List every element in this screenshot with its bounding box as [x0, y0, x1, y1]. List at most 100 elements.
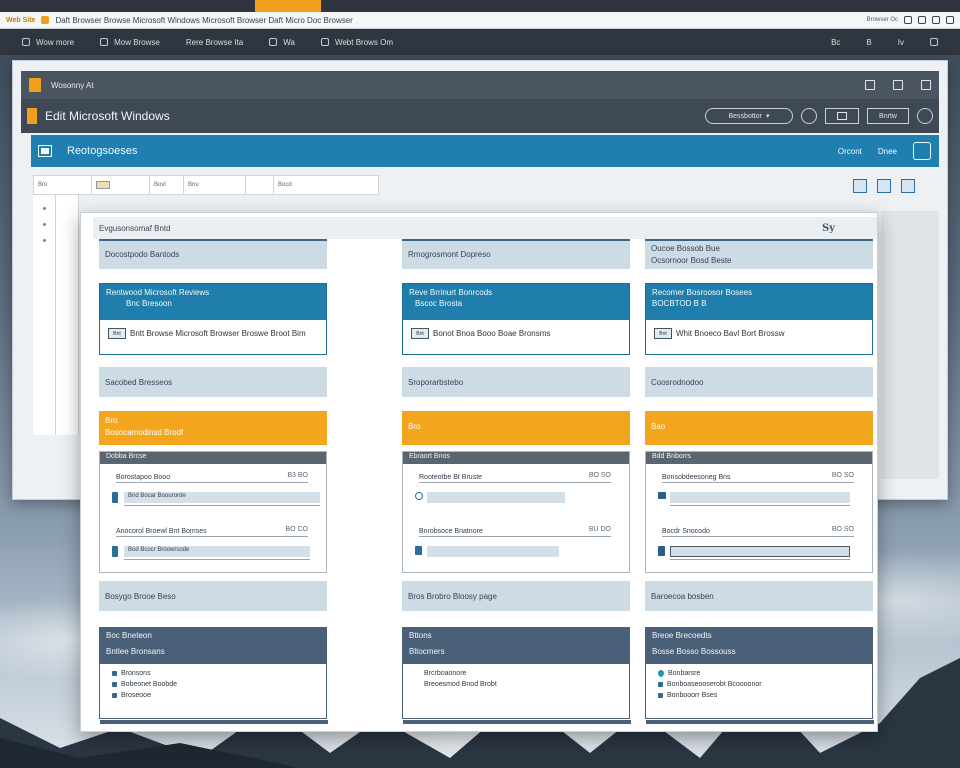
info-card[interactable]: Recomer Bosroosor Bosees BOCBTOD B B Bnt W…: [645, 283, 873, 355]
list-card: Ebraort Bnos Rooteotbe Bt Bruste BO SO Bn…: [402, 451, 630, 573]
layout-button[interactable]: [825, 108, 859, 124]
highlight-bar[interactable]: Bro: [402, 411, 630, 445]
app-menubar: Wow more Mow Browse Rere Browse Ita Wa W…: [0, 29, 960, 55]
search-icon: [269, 38, 278, 46]
menu-item-1[interactable]: Mow Browse: [100, 38, 160, 47]
ribbon-bar: Reotogsoeses Orcont Dnee: [31, 135, 939, 167]
highlight-bar[interactable]: Bao: [645, 411, 873, 445]
appbar-right-1[interactable]: B: [866, 38, 871, 47]
page-icon[interactable]: [901, 179, 915, 193]
active-browser-tab[interactable]: [255, 0, 321, 12]
subtool-cell-3[interactable]: Bnu: [184, 176, 246, 194]
section-header: Bros Brobro Bloosy page: [402, 581, 630, 611]
browser-address-bar[interactable]: Web Site Daft Browser Browse Microsoft W…: [0, 12, 960, 29]
ribbon-link-0[interactable]: Orcont: [838, 147, 862, 156]
info-card[interactable]: Rentwood Microsoft Reviews Bnc Bresoon Bn…: [99, 283, 327, 355]
section-header: Bosygo Brooe Beso: [99, 581, 327, 611]
slate-card[interactable]: Boc Bneteon Bntlee Bronsans Bronsons Bobe…: [99, 627, 328, 724]
back-window-title: Wosonny At: [51, 80, 94, 90]
menu-icon: [22, 38, 30, 46]
text-tool-button[interactable]: Bnrtw: [867, 108, 909, 124]
extensions-icon[interactable]: [932, 16, 940, 24]
sub-toolbar: Bro Bovl Bnu Bocd: [33, 175, 379, 195]
slate-card[interactable]: Breoe Brecoedts Bosse Bosso Bossouss Bonb…: [645, 627, 874, 724]
view-combo[interactable]: Bessbottor ▾: [705, 108, 793, 124]
list-card: Dobba Brcse Borostapoo Booo B3 BO Bnd Boc…: [99, 451, 327, 573]
document-icon: [658, 546, 665, 556]
minimize-icon[interactable]: [865, 80, 875, 90]
gutter-marker: [43, 223, 46, 226]
section-header: Sroporarbstebo: [402, 367, 630, 397]
menu-item-3[interactable]: Wa: [269, 38, 295, 47]
menu-item-4[interactable]: Webt Brows Om: [320, 38, 393, 47]
image-icon[interactable]: [853, 179, 867, 193]
back-window-titlebar: Wosonny At: [21, 71, 939, 99]
layout-icon: [837, 112, 847, 120]
list-card-header: Dobba Brcse: [100, 452, 326, 464]
progress-bar: [427, 492, 565, 503]
info-icon[interactable]: [904, 16, 912, 24]
list-item[interactable]: Bnrobsoce Bnatnore BU DO: [403, 518, 629, 572]
bullet-icon: [112, 682, 117, 687]
maximize-icon[interactable]: [893, 80, 903, 90]
gallery-icon[interactable]: [877, 179, 891, 193]
section-header: Sacobed Bresseos: [99, 367, 327, 397]
section-header: Coosrodnodoo: [645, 367, 873, 397]
card-chip: Bnt: [108, 328, 126, 339]
front-window-title: Evgusonsomaf Bntd: [99, 223, 171, 233]
close-icon[interactable]: [921, 80, 931, 90]
left-gutter: [33, 195, 79, 435]
back-window-toolbar: Edit Microsoft Windows Bessbottor ▾ Bnrtw: [21, 99, 939, 133]
app-icon: [29, 78, 41, 92]
list-item[interactable]: Anocorol Broewl Bnt Bomses BO CO Bod Bcoc…: [100, 518, 326, 572]
gutter-marker: [43, 207, 46, 210]
front-window-header: Evgusonsomaf Bntd Sy: [93, 217, 877, 239]
close-icon[interactable]: [946, 16, 954, 24]
list-card: Bdd Bnborrs Bonsobdeesoneg Bns BO SO Bocd…: [645, 451, 873, 573]
list-item[interactable]: Bocdr Snocodo BO SO: [646, 518, 872, 572]
bookmark-icon[interactable]: [918, 16, 926, 24]
info-card[interactable]: Reve Brrinurt Bonrcods Bscoc Brosta Bnt Bo…: [402, 283, 630, 355]
bullet-icon: [415, 671, 420, 676]
section-header: Oucoe Bossob Bue Ocsornoor Bosd Beste: [645, 239, 873, 269]
browser-right-text: Browser Oc: [866, 17, 898, 23]
ribbon-link-1[interactable]: Dnee: [878, 147, 897, 156]
gutter-marker: [43, 239, 46, 242]
bullet-icon: [658, 693, 663, 698]
menu-item-0[interactable]: Wow more: [22, 38, 74, 47]
view-icons: [853, 179, 915, 193]
progress-bar: Bod Bcocr Broowrsode: [124, 546, 310, 557]
document-icon: [112, 546, 118, 557]
menu-item-2[interactable]: Rere Browse Ita: [186, 38, 243, 47]
share-icon[interactable]: [913, 142, 931, 160]
document-icon: [415, 546, 422, 555]
highlight-bar[interactable]: Bro Bosocamodinsd Brodf: [99, 411, 327, 445]
slate-card[interactable]: Bttons Bltocmers Brcrboaonore Breoesmod B…: [402, 627, 631, 724]
subtool-cell-2[interactable]: Bovl: [150, 176, 184, 194]
settings-icon[interactable]: [930, 38, 938, 46]
list-item[interactable]: Bonsobdeesoneg Bns BO SO: [646, 464, 872, 518]
appbar-right-2[interactable]: Iv: [898, 38, 904, 47]
brush-icon: [100, 38, 109, 46]
progress-bar: [427, 546, 559, 557]
bullet-icon: [112, 671, 117, 676]
logo: Sy: [821, 222, 835, 234]
progress-bar: [670, 546, 850, 557]
sync-icon[interactable]: [801, 108, 817, 124]
section-header: Baroecoa bosben: [645, 581, 873, 611]
list-item[interactable]: Rooteotbe Bt Bruste BO SO: [403, 464, 629, 518]
folder-icon: [658, 492, 666, 499]
swatch-icon: [96, 181, 110, 189]
list-item[interactable]: Borostapoo Booo B3 BO Bnd Bocar Boourorde: [100, 464, 326, 518]
user-icon[interactable]: [917, 108, 933, 124]
url-text[interactable]: Daft Browser Browse Microsoft Windows Mi…: [55, 16, 352, 25]
section-header: Rmogrosmont Dopreso: [402, 239, 630, 269]
subtool-cell-5[interactable]: Bocd: [274, 176, 354, 194]
bullet-icon: [112, 693, 117, 698]
subtool-cell-4[interactable]: [246, 176, 274, 194]
subtool-cell-1[interactable]: [92, 176, 150, 194]
subtool-cell-0[interactable]: Bro: [34, 176, 92, 194]
list-card-header: Ebraort Bnos: [403, 452, 629, 464]
bullet-icon: [415, 682, 420, 687]
appbar-right-0[interactable]: Bc: [831, 38, 840, 47]
